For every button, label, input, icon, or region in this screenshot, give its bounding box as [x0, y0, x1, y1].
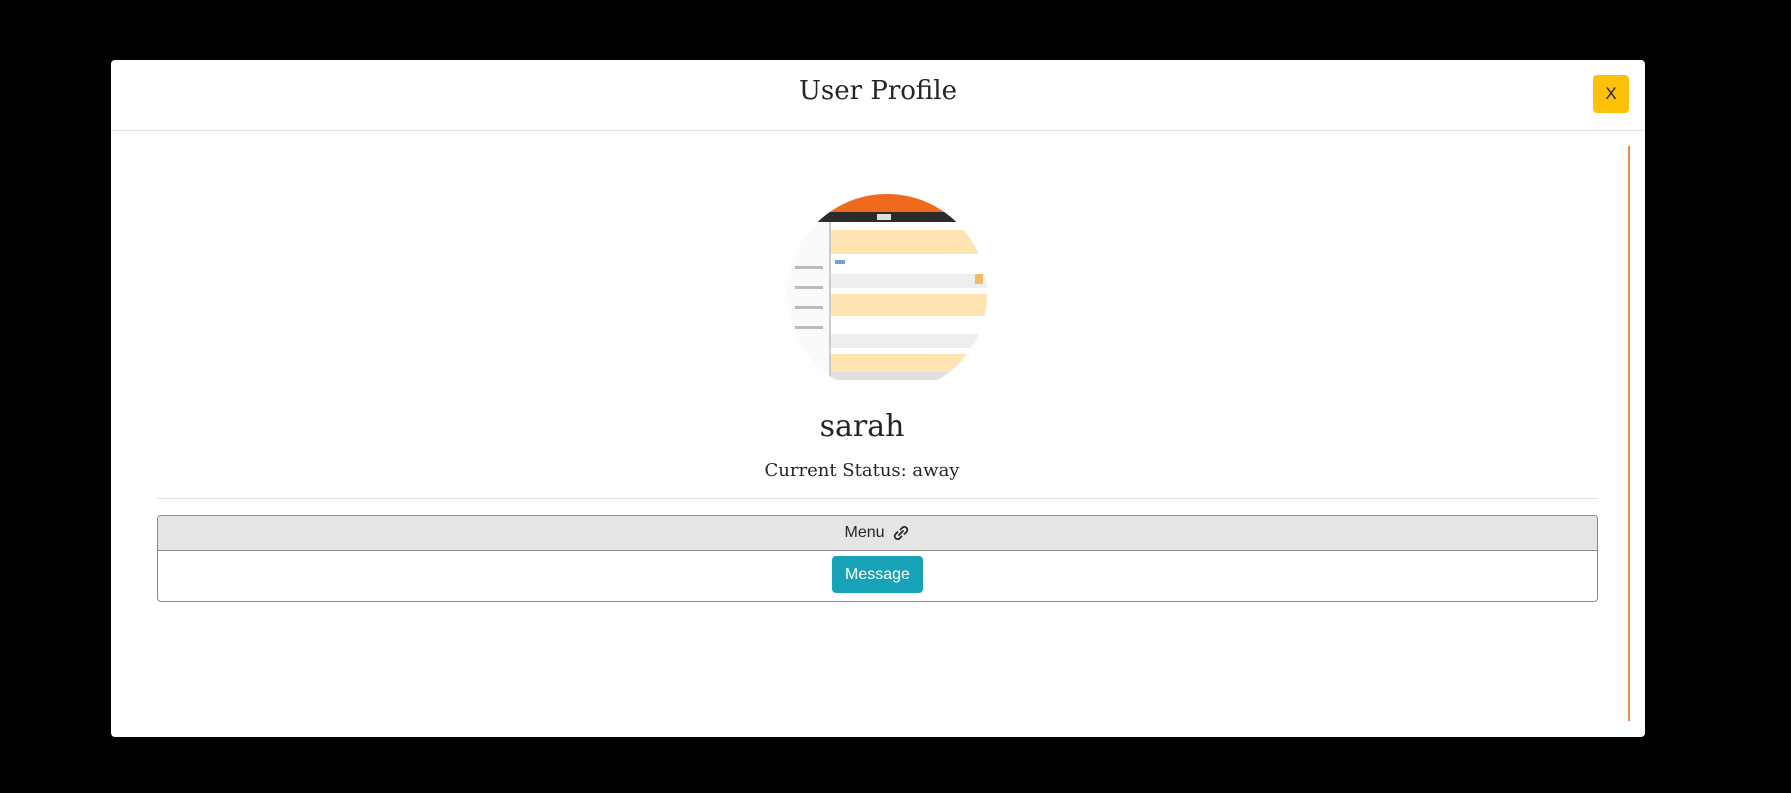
divider [157, 498, 1598, 499]
modal-header: User Profile X [111, 60, 1645, 131]
username: sarah [819, 409, 905, 444]
menu-panel: Menu Message [157, 515, 1598, 602]
avatar-image [787, 194, 987, 394]
current-status: Current Status: away [764, 460, 960, 481]
link-icon [891, 525, 911, 541]
modal-title: User Profile [799, 76, 957, 106]
menu-header-label: Menu [844, 524, 885, 541]
avatar [787, 194, 987, 394]
message-button[interactable]: Message [832, 556, 923, 593]
menu-content: Message [158, 551, 1597, 593]
modal-body: sarah Current Status: away Menu Message [111, 131, 1645, 737]
user-profile-modal: User Profile X sarah Current Status: awa… [111, 60, 1645, 737]
menu-header[interactable]: Menu [158, 516, 1597, 551]
close-button[interactable]: X [1593, 75, 1629, 113]
